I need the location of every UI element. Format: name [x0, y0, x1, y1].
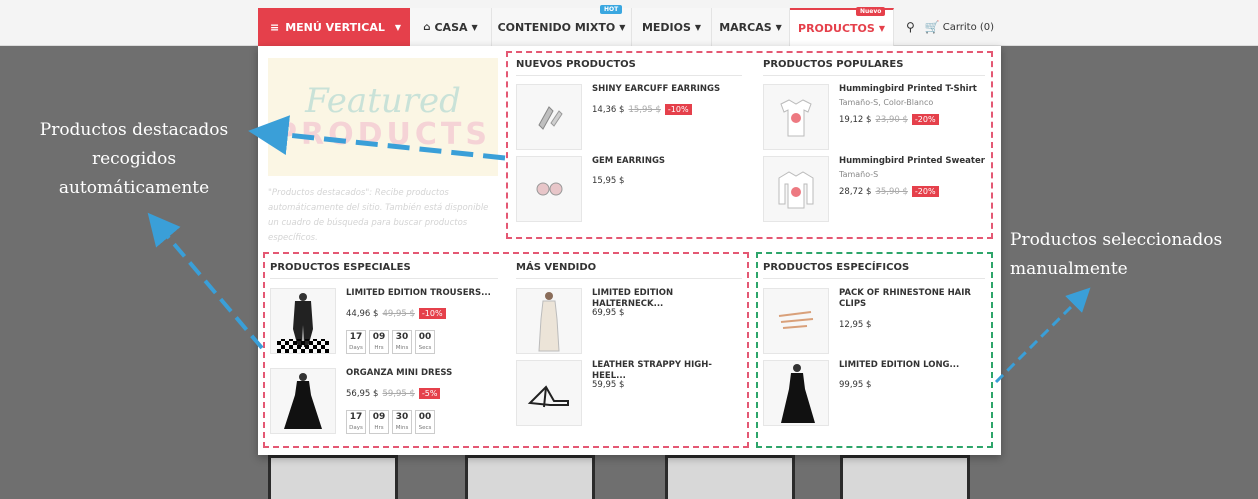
annotation-arrows: [147, 115, 1091, 384]
arrow-to-callout-manual: [994, 287, 1091, 384]
arrow-to-callout-auto: [248, 115, 506, 161]
arrow-to-callout-auto: [147, 212, 264, 350]
